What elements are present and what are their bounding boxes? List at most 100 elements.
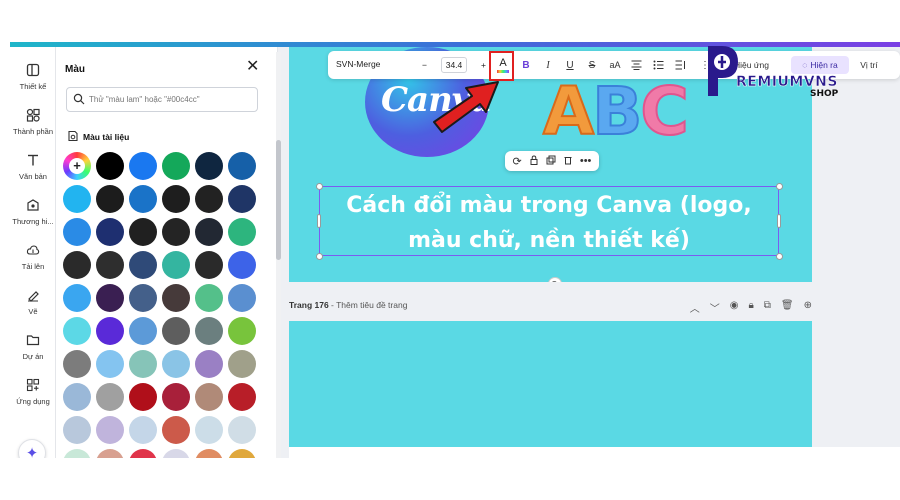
color-swatch[interactable]: [96, 218, 124, 246]
color-swatch[interactable]: [195, 284, 223, 312]
trash-icon[interactable]: 🗑︎: [781, 300, 794, 315]
color-swatch[interactable]: [129, 185, 157, 213]
animate-button[interactable]: ◌ Hiện ra: [791, 56, 849, 74]
color-swatch[interactable]: [195, 350, 223, 378]
close-icon[interactable]: ✕: [246, 59, 259, 75]
scrollbar-thumb[interactable]: [276, 140, 281, 260]
hide-icon[interactable]: ◉: [730, 300, 739, 315]
bold-button[interactable]: B: [518, 55, 534, 75]
color-swatch[interactable]: [63, 317, 91, 345]
color-swatch[interactable]: [63, 251, 91, 279]
strikethrough-button[interactable]: S: [584, 55, 600, 75]
color-swatch[interactable]: [195, 383, 223, 411]
rail-item-design[interactable]: Thiết kế: [10, 63, 56, 91]
color-swatch[interactable]: [195, 152, 223, 180]
abc-graphic[interactable]: ABC: [542, 72, 690, 151]
color-swatch[interactable]: [162, 218, 190, 246]
rail-item-elements[interactable]: Thành phần: [10, 108, 56, 136]
decrease-size-button[interactable]: −: [422, 60, 427, 70]
color-swatch[interactable]: [63, 416, 91, 444]
color-swatch[interactable]: [63, 383, 91, 411]
color-swatch[interactable]: [63, 350, 91, 378]
color-swatch[interactable]: [195, 317, 223, 345]
color-swatch[interactable]: [63, 284, 91, 312]
more-options-icon[interactable]: •••: [580, 155, 592, 167]
color-swatch[interactable]: [96, 350, 124, 378]
color-swatch[interactable]: [63, 185, 91, 213]
color-swatch[interactable]: [162, 416, 190, 444]
color-swatch[interactable]: [96, 449, 124, 458]
rotate-refresh-icon[interactable]: ⟳: [513, 155, 522, 168]
color-swatch[interactable]: [228, 416, 256, 444]
duplicate-icon[interactable]: [546, 155, 556, 168]
color-swatch[interactable]: [162, 317, 190, 345]
color-swatch[interactable]: [228, 185, 256, 213]
color-swatch[interactable]: [228, 350, 256, 378]
color-swatch[interactable]: [162, 152, 190, 180]
color-swatch[interactable]: [228, 251, 256, 279]
color-search[interactable]: [66, 87, 258, 112]
color-swatch[interactable]: [228, 284, 256, 312]
chevron-up-icon[interactable]: ︿: [690, 300, 700, 315]
increase-size-button[interactable]: +: [481, 60, 486, 70]
rail-item-upload[interactable]: Tải lên: [10, 243, 56, 271]
color-swatch[interactable]: [96, 185, 124, 213]
color-swatch[interactable]: [228, 317, 256, 345]
color-swatch[interactable]: [228, 383, 256, 411]
add-color-button[interactable]: +: [63, 152, 91, 180]
color-swatch[interactable]: [228, 218, 256, 246]
color-swatch[interactable]: [129, 218, 157, 246]
add-page-icon[interactable]: ⊕: [804, 300, 812, 315]
position-button[interactable]: Vị trí: [855, 55, 883, 75]
font-size-input[interactable]: 34.4: [440, 57, 468, 73]
color-swatch[interactable]: [129, 284, 157, 312]
color-swatch[interactable]: [195, 218, 223, 246]
color-swatch[interactable]: [96, 416, 124, 444]
color-swatch[interactable]: [96, 383, 124, 411]
color-swatch[interactable]: [129, 152, 157, 180]
italic-button[interactable]: I: [540, 55, 556, 75]
trash-icon[interactable]: [563, 155, 573, 168]
color-swatch[interactable]: [129, 416, 157, 444]
duplicate-icon[interactable]: ⧉: [764, 300, 771, 315]
color-swatch[interactable]: [129, 317, 157, 345]
color-swatch[interactable]: [162, 284, 190, 312]
color-swatch[interactable]: [162, 185, 190, 213]
letter-case-button[interactable]: aA: [606, 55, 624, 75]
color-swatch[interactable]: [129, 449, 157, 458]
color-swatch[interactable]: [162, 350, 190, 378]
color-swatch[interactable]: [129, 383, 157, 411]
rail-item-brand[interactable]: Thương hi...: [10, 198, 56, 226]
bullet-list-icon[interactable]: [650, 55, 666, 75]
line-spacing-icon[interactable]: [672, 55, 688, 75]
color-swatch[interactable]: [195, 251, 223, 279]
color-swatch[interactable]: [96, 317, 124, 345]
color-swatch[interactable]: [162, 383, 190, 411]
color-swatch[interactable]: [228, 449, 256, 458]
heading-text[interactable]: Cách đổi màu trong Canva (logo, màu chữ,…: [319, 188, 779, 258]
color-swatch[interactable]: [129, 350, 157, 378]
chevron-down-icon[interactable]: ﹀: [710, 300, 720, 315]
align-center-icon[interactable]: [628, 55, 644, 75]
color-swatch[interactable]: [63, 218, 91, 246]
color-swatch[interactable]: [96, 251, 124, 279]
add-page-title[interactable]: - Thêm tiêu đề trang: [329, 300, 407, 310]
color-swatch[interactable]: [96, 152, 124, 180]
color-swatch[interactable]: [162, 251, 190, 279]
rail-item-text[interactable]: Văn bản: [10, 153, 56, 181]
color-swatch[interactable]: [195, 416, 223, 444]
font-family-dropdown[interactable]: SVN-Merge: [336, 59, 380, 69]
underline-button[interactable]: U: [562, 55, 578, 75]
rail-item-projects[interactable]: Dự án: [10, 333, 56, 361]
lock-icon[interactable]: 🔒︎: [748, 300, 753, 315]
rail-item-apps[interactable]: Ứng dụng: [10, 378, 56, 406]
rail-item-draw[interactable]: Vẽ: [10, 288, 56, 316]
color-swatch[interactable]: [162, 449, 190, 458]
rotate-handle-icon[interactable]: ⟳: [548, 277, 562, 282]
lock-icon[interactable]: [529, 154, 539, 168]
color-swatch[interactable]: [195, 449, 223, 458]
canvas-page-2[interactable]: [289, 321, 812, 447]
color-swatch[interactable]: [96, 284, 124, 312]
color-swatch[interactable]: [195, 185, 223, 213]
magic-sparkle-button[interactable]: ✦: [18, 439, 46, 458]
